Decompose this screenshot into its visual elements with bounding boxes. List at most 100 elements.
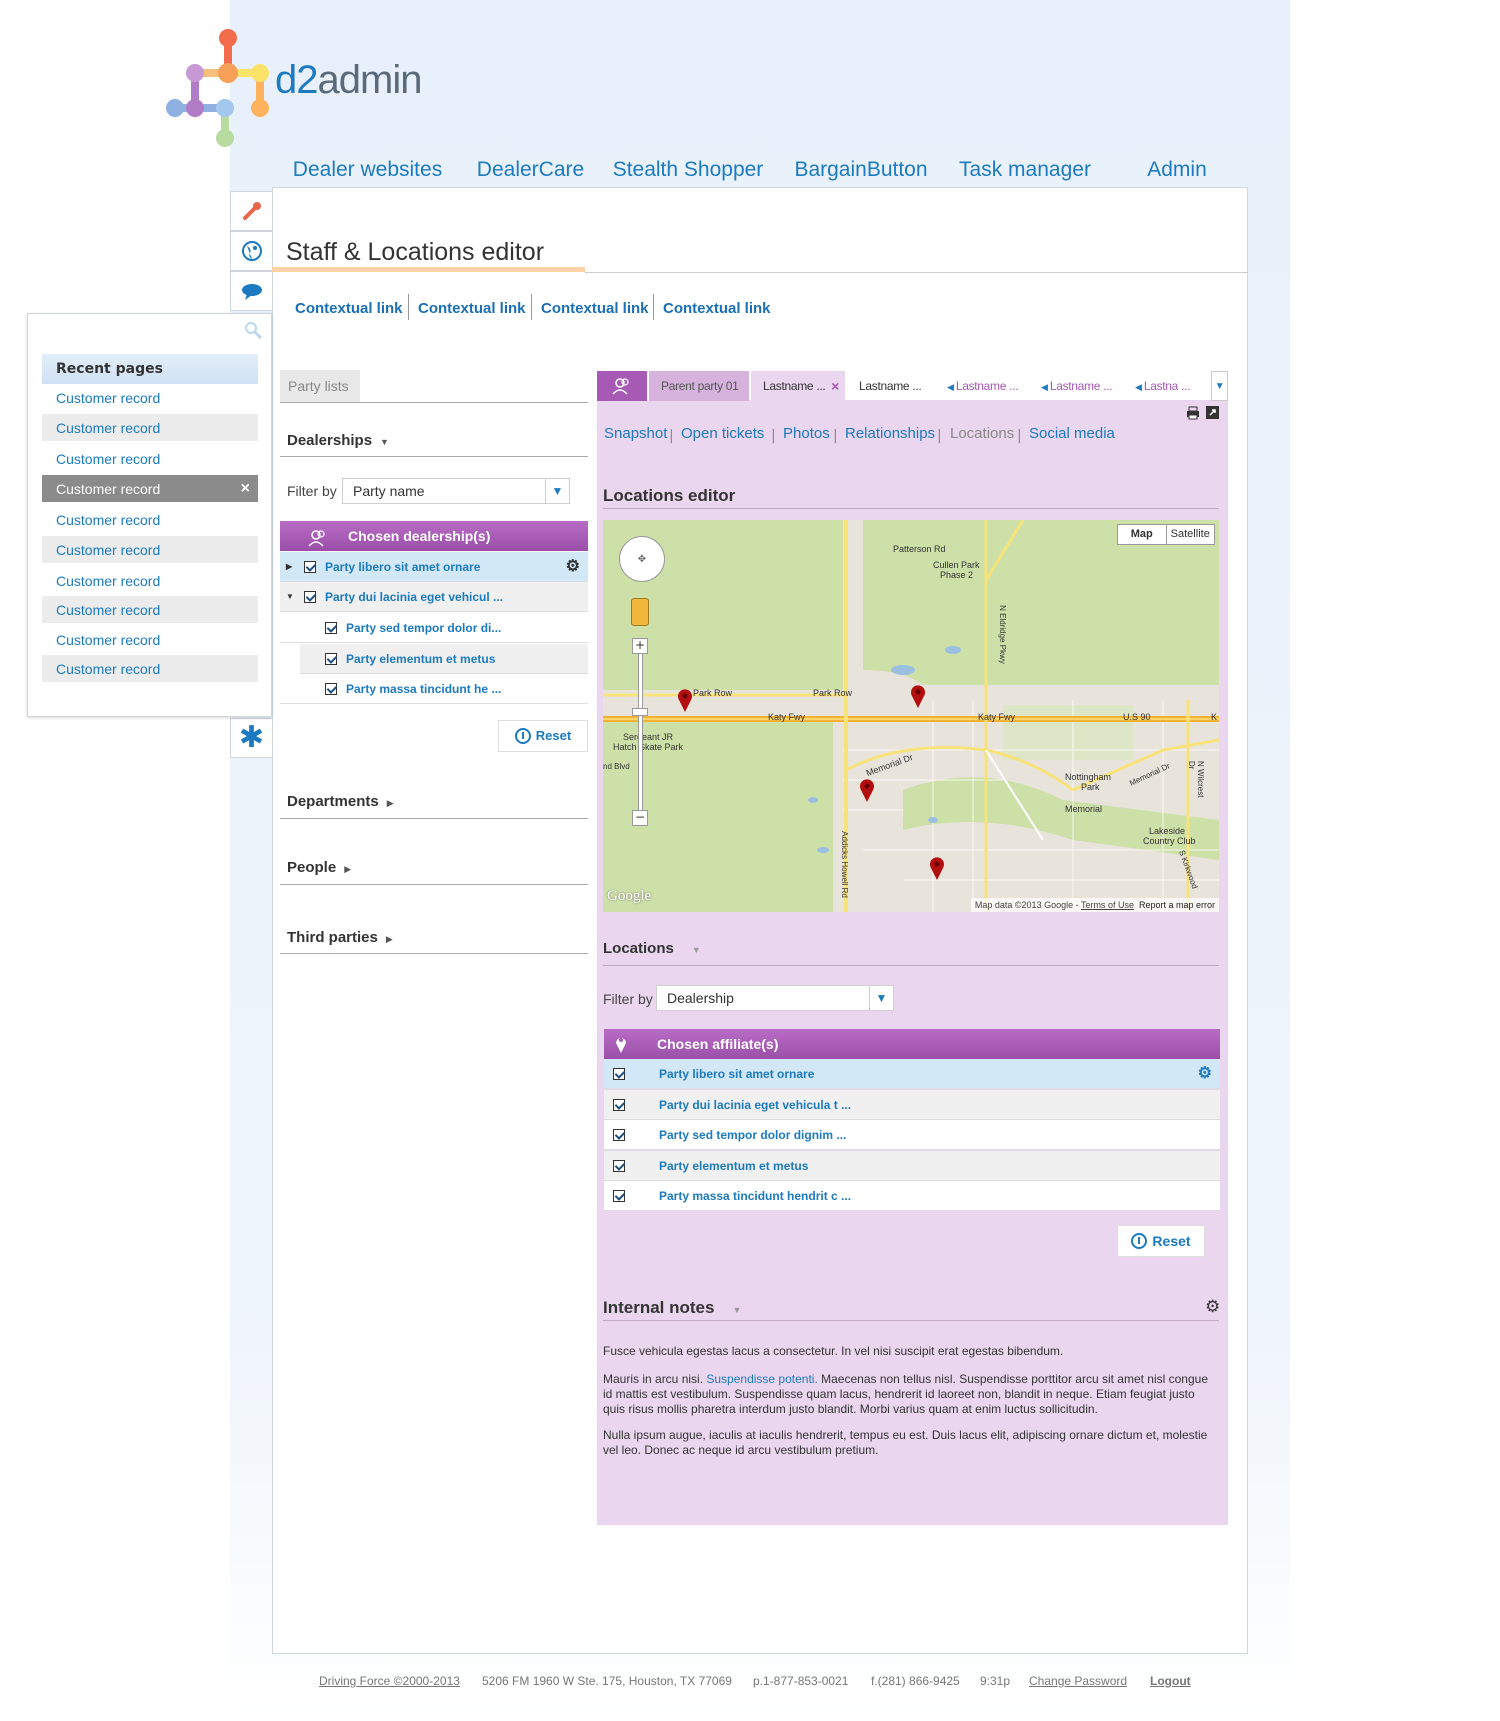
zoom-handle[interactable] (632, 708, 648, 716)
locations-map[interactable]: Patterson Rd Cullen Park Phase 2 Park Ro… (603, 520, 1219, 912)
map-marker-icon[interactable] (929, 856, 945, 880)
section-internal-notes[interactable]: Internal notes ▼ (603, 1298, 741, 1318)
contextual-link[interactable]: Contextual link (663, 298, 771, 322)
tab-lastname[interactable]: ◀ Lastna ... (1125, 371, 1205, 401)
gear-icon[interactable]: ⚙ (566, 552, 580, 581)
recent-page-item-selected[interactable]: Customer record × (42, 475, 258, 503)
map-type-map-button[interactable]: Map (1118, 525, 1167, 544)
contextual-link[interactable]: Contextual link (295, 298, 403, 322)
recent-page-item[interactable]: Customer record (42, 626, 258, 654)
search-icon[interactable] (243, 320, 263, 340)
zoom-out-button[interactable]: − (632, 810, 648, 826)
notes-link[interactable]: Suspendisse potenti. (706, 1372, 817, 1386)
recent-page-item[interactable]: Customer record (42, 506, 258, 534)
list-item[interactable]: Party massa tincidunt hendrit c ... (604, 1181, 1220, 1211)
tab-lastname[interactable]: ◀ Lastname ... (1031, 371, 1123, 401)
section-dealerships[interactable]: Dealerships ▼ (287, 432, 389, 449)
reset-button[interactable]: Reset (498, 720, 588, 752)
subnav-relationships[interactable]: Relationships (845, 425, 935, 442)
map-marker-icon[interactable] (859, 778, 875, 802)
popout-icon[interactable] (1206, 406, 1219, 419)
checkbox[interactable] (325, 622, 337, 634)
divider (603, 508, 1219, 509)
subnav-snapshot[interactable]: Snapshot (604, 425, 667, 442)
map-label: Patterson Rd (893, 544, 946, 554)
recent-page-item[interactable]: Customer record (42, 567, 258, 595)
change-password-link[interactable]: Change Password (1029, 1674, 1127, 1688)
recent-page-item[interactable]: Customer record (42, 596, 258, 624)
gear-icon[interactable]: ⚙ (1205, 1297, 1220, 1317)
subnav-photos[interactable]: Photos (783, 425, 830, 442)
list-item[interactable]: Party elementum et metus (300, 644, 588, 674)
checkbox[interactable] (325, 653, 337, 665)
checkbox[interactable] (613, 1129, 625, 1141)
sidebar-tab-favorites[interactable]: ✱ (230, 718, 272, 758)
close-icon[interactable]: × (831, 371, 839, 401)
terms-of-use-link[interactable]: Terms of Use (1081, 900, 1134, 910)
tabs-overflow-dropdown[interactable]: ▼ (1211, 371, 1228, 401)
tab-parent-party[interactable]: Parent party 01 (649, 371, 749, 401)
divider (280, 818, 588, 819)
checkbox[interactable] (613, 1160, 625, 1172)
zoom-slider[interactable] (638, 642, 643, 816)
section-third-parties[interactable]: Third parties ▶ (287, 929, 393, 946)
checkbox[interactable] (613, 1099, 625, 1111)
contextual-link[interactable]: Contextual link (418, 298, 526, 322)
list-item[interactable]: Party elementum et metus (604, 1151, 1220, 1181)
tab-lastname-active[interactable]: Lastname ... × (751, 371, 845, 401)
tab-party-lists[interactable]: Party lists (280, 370, 360, 402)
sidebar-tab-tools[interactable] (230, 191, 272, 231)
checkbox[interactable] (613, 1068, 625, 1080)
section-departments[interactable]: Departments ▶ (287, 793, 394, 810)
recent-pages-header: Recent pages (42, 354, 258, 384)
recent-page-item[interactable]: Customer record (42, 536, 258, 564)
map-marker-icon[interactable] (677, 688, 693, 712)
collapse-arrow-icon[interactable]: ▼ (286, 582, 294, 611)
filter-select[interactable]: Dealership ▼ (656, 985, 894, 1011)
tab-lastname[interactable]: Lastname ... (849, 371, 934, 401)
notes-paragraph: Nulla ipsum augue, iaculis at iaculis he… (603, 1428, 1208, 1457)
report-map-error-link[interactable]: Report a map error (1139, 900, 1215, 910)
subnav-open-tickets[interactable]: Open tickets (681, 425, 764, 442)
list-item[interactable]: Party libero sit amet ornare ⚙ (604, 1059, 1220, 1089)
list-item[interactable]: ▼ Party dui lacinia eget vehicul ... (280, 582, 588, 612)
gear-icon[interactable]: ⚙ (1198, 1059, 1212, 1088)
zoom-in-button[interactable]: + (632, 638, 648, 654)
expand-arrow-icon[interactable]: ▶ (286, 552, 292, 581)
map-type-satellite-button[interactable]: Satellite (1167, 525, 1215, 544)
filter-select[interactable]: Party name ▼ (342, 478, 570, 504)
subnav-locations[interactable]: Locations (950, 425, 1014, 442)
tab-lastname[interactable]: ◀ Lastname ... (937, 371, 1029, 401)
footer-phone: p.1-877-853-0021 (753, 1674, 849, 1688)
map-pan-control[interactable]: ✥ (619, 536, 665, 582)
divider (603, 1320, 1219, 1321)
checkbox[interactable] (304, 591, 316, 603)
list-item[interactable]: Party massa tincidunt he ... (280, 674, 588, 704)
sidebar-tab-globe[interactable] (230, 231, 272, 271)
section-people[interactable]: People ▶ (287, 859, 351, 876)
subnav-social-media[interactable]: Social media (1029, 425, 1115, 442)
recent-page-item[interactable]: Customer record (42, 414, 258, 442)
close-icon[interactable]: × (241, 475, 250, 503)
footer-copyright-link[interactable]: Driving Force ©2000-2013 (319, 1674, 460, 1688)
map-label: Country Club (1143, 836, 1196, 846)
list-item[interactable]: Party sed tempor dolor dignim ... (604, 1120, 1220, 1150)
checkbox[interactable] (325, 683, 337, 695)
pegman-icon[interactable] (631, 598, 649, 626)
tab-people[interactable] (597, 371, 647, 401)
recent-page-item[interactable]: Customer record (42, 384, 258, 412)
list-item[interactable]: Party dui lacinia eget vehicula t ... (604, 1090, 1220, 1120)
sidebar-tab-comments[interactable] (230, 271, 272, 311)
section-locations[interactable]: Locations ▼ (603, 940, 701, 957)
print-icon[interactable] (1186, 406, 1200, 420)
checkbox[interactable] (304, 561, 316, 573)
list-item[interactable]: ▶ Party libero sit amet ornare ⚙ (280, 552, 588, 582)
map-marker-icon[interactable] (910, 684, 926, 708)
recent-page-item[interactable]: Customer record (42, 655, 258, 683)
list-item[interactable]: Party sed tempor dolor di... (280, 613, 588, 643)
logout-link[interactable]: Logout (1150, 1674, 1191, 1688)
recent-page-item[interactable]: Customer record (42, 445, 258, 473)
checkbox[interactable] (613, 1190, 625, 1202)
reset-button[interactable]: Reset (1117, 1225, 1205, 1257)
contextual-link[interactable]: Contextual link (541, 298, 649, 322)
